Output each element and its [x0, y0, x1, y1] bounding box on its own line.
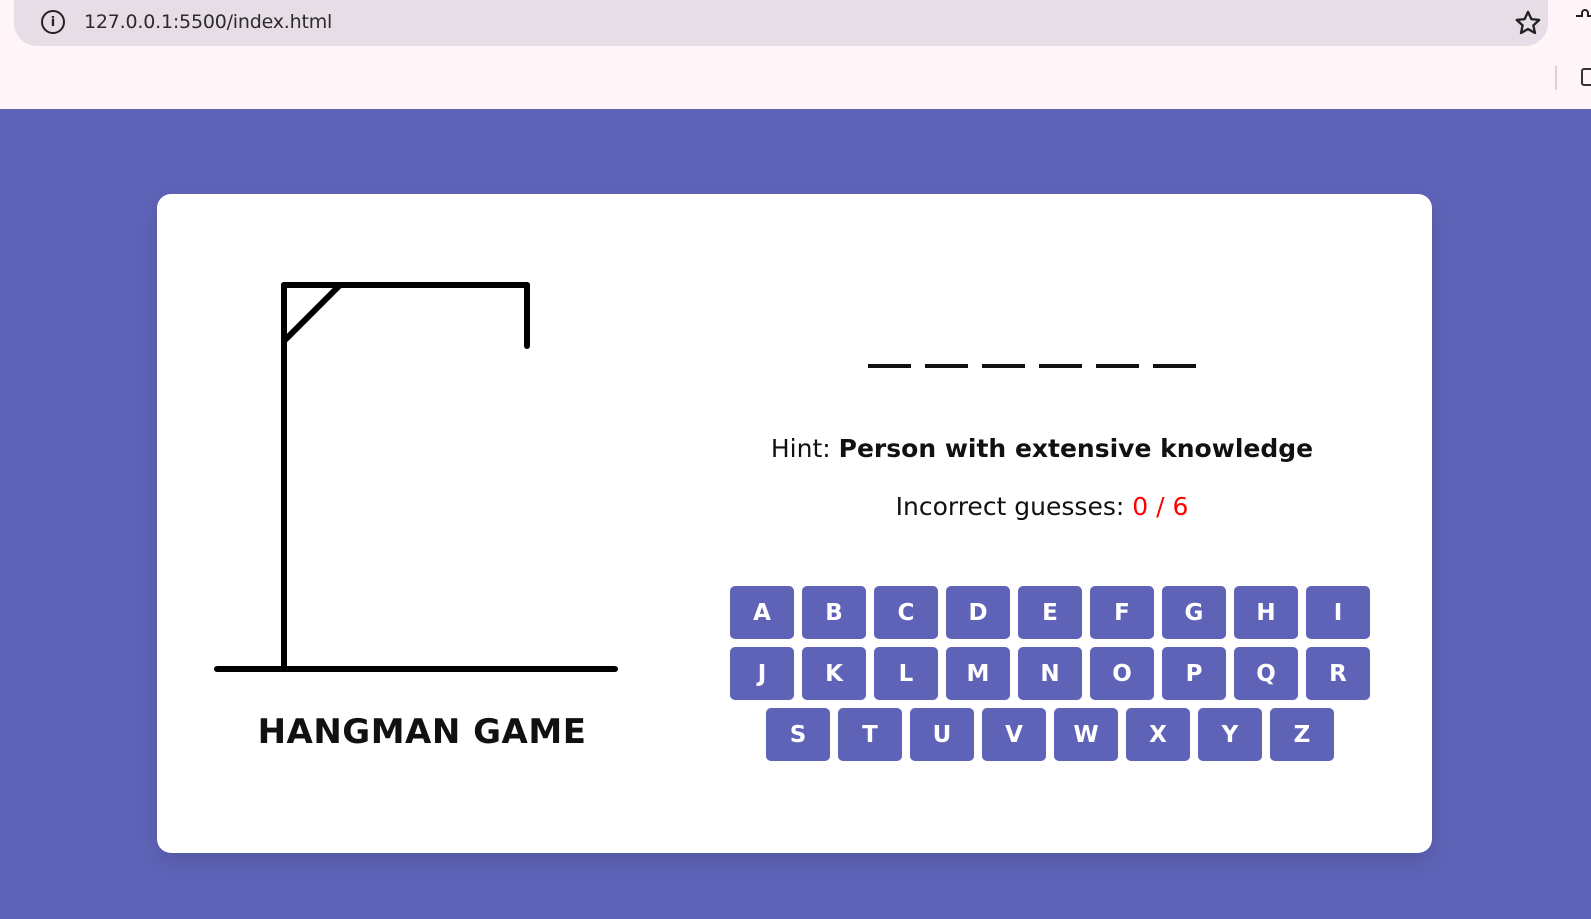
key-e[interactable]: E: [1018, 586, 1082, 639]
key-i[interactable]: I: [1306, 586, 1370, 639]
key-q[interactable]: Q: [1234, 647, 1298, 700]
gallows-drawing: [214, 282, 618, 672]
letter-slot: [868, 364, 911, 368]
hint: Hint: Person with extensive knowledge: [717, 434, 1367, 463]
key-t[interactable]: T: [838, 708, 902, 761]
key-j[interactable]: J: [730, 647, 794, 700]
address-bar[interactable]: i 127.0.0.1:5500/index.html: [14, 0, 1548, 46]
keyboard-row: JKLMNOPQR: [730, 647, 1370, 700]
key-f[interactable]: F: [1090, 586, 1154, 639]
key-k[interactable]: K: [802, 647, 866, 700]
hint-text: Person with extensive knowledge: [838, 434, 1314, 463]
key-m[interactable]: M: [946, 647, 1010, 700]
keyboard-row: STUVWXYZ: [730, 708, 1370, 761]
side-panel-icon[interactable]: [1581, 68, 1591, 86]
browser-chrome: i 127.0.0.1:5500/index.html: [0, 0, 1591, 109]
key-o[interactable]: O: [1090, 647, 1154, 700]
key-p[interactable]: P: [1162, 647, 1226, 700]
guesses-label: Incorrect guesses:: [895, 492, 1125, 521]
key-x[interactable]: X: [1126, 708, 1190, 761]
keyboard-row: ABCDEFGHI: [730, 586, 1370, 639]
game-card: HANGMAN GAME Hint: Person with extensive…: [157, 194, 1432, 853]
letter-slot: [982, 364, 1025, 368]
key-a[interactable]: A: [730, 586, 794, 639]
extensions-icon[interactable]: [1574, 8, 1591, 36]
key-c[interactable]: C: [874, 586, 938, 639]
guesses-count: 0 / 6: [1132, 492, 1189, 521]
letter-slot: [1096, 364, 1139, 368]
toolbar-divider: [1555, 66, 1557, 90]
letter-slot: [925, 364, 968, 368]
letter-keyboard: ABCDEFGHI JKLMNOPQR STUVWXYZ: [730, 586, 1370, 769]
letter-slot: [1039, 364, 1082, 368]
gallows-brace: [281, 282, 343, 344]
word-display: [857, 358, 1207, 370]
hint-label: Hint:: [770, 434, 831, 463]
key-z[interactable]: Z: [1270, 708, 1334, 761]
site-info-icon[interactable]: i: [41, 10, 65, 34]
bookmark-star-icon[interactable]: [1514, 9, 1542, 37]
key-y[interactable]: Y: [1198, 708, 1262, 761]
key-v[interactable]: V: [982, 708, 1046, 761]
key-w[interactable]: W: [1054, 708, 1118, 761]
key-n[interactable]: N: [1018, 647, 1082, 700]
key-g[interactable]: G: [1162, 586, 1226, 639]
key-h[interactable]: H: [1234, 586, 1298, 639]
key-r[interactable]: R: [1306, 647, 1370, 700]
key-d[interactable]: D: [946, 586, 1010, 639]
url-text[interactable]: 127.0.0.1:5500/index.html: [84, 11, 332, 33]
game-title: HANGMAN GAME: [257, 712, 587, 752]
key-u[interactable]: U: [910, 708, 974, 761]
key-s[interactable]: S: [766, 708, 830, 761]
incorrect-guesses: Incorrect guesses: 0 / 6: [717, 492, 1367, 521]
key-l[interactable]: L: [874, 647, 938, 700]
letter-slot: [1153, 364, 1196, 368]
key-b[interactable]: B: [802, 586, 866, 639]
